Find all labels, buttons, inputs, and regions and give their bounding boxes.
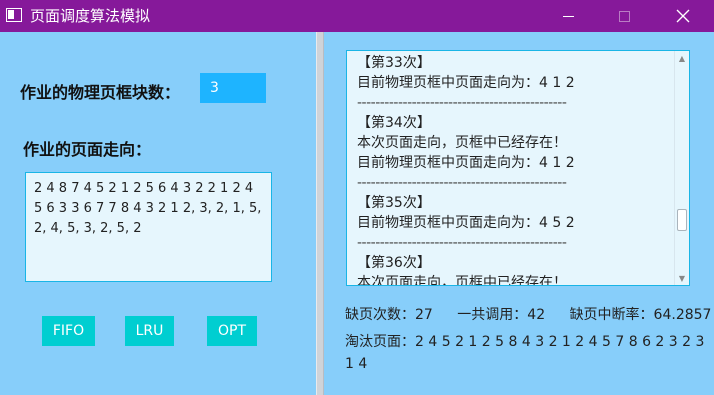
window-title: 页面调度算法模拟	[30, 7, 151, 25]
scroll-up-arrow-icon[interactable]: ▲	[675, 51, 689, 65]
log-line: 本次页面走向，页框中已经存在！	[357, 275, 567, 286]
app-icon	[6, 8, 22, 22]
log-line: 目前物理页框中页面走向为：4 1 2	[357, 155, 575, 171]
page-sequence-input[interactable]: 2 4 8 7 4 5 2 1 2 5 6 4 3 2 2 1 2 4 5 6 …	[25, 172, 272, 282]
lru-button[interactable]: LRU	[125, 316, 174, 346]
log-line: 本次页面走向，页框中已经存在！	[357, 135, 567, 151]
title-bar: 页面调度算法模拟	[0, 0, 714, 32]
fault-count: 缺页次数：27	[345, 307, 433, 323]
close-button[interactable]	[660, 0, 706, 32]
fault-stats: 缺页次数：27 一共调用：42 缺页中断率：64.2857	[345, 304, 711, 324]
log-line: 【第33次】	[357, 55, 431, 71]
opt-button[interactable]: OPT	[207, 316, 257, 346]
log-content: 【第33次】 目前物理页框中页面走向为：4 1 2 --------------…	[357, 53, 667, 286]
total-calls: 一共调用：42	[457, 307, 546, 323]
log-line: 【第35次】	[357, 195, 431, 211]
frame-count-input[interactable]	[200, 73, 266, 103]
close-icon	[676, 9, 690, 23]
output-panel: 【第33次】 目前物理页框中页面走向为：4 1 2 --------------…	[324, 32, 714, 395]
log-line: 目前物理页框中页面走向为：4 5 2	[357, 215, 575, 231]
log-separator: ----------------------------------------…	[357, 175, 567, 191]
maximize-icon	[618, 10, 630, 22]
page-sequence-label: 作业的页面走向：	[23, 140, 152, 159]
scroll-down-arrow-icon[interactable]: ▼	[675, 271, 689, 285]
fault-rate: 缺页中断率：64.2857	[569, 307, 712, 323]
log-line: 【第36次】	[357, 255, 431, 271]
minimize-button[interactable]	[545, 0, 591, 32]
maximize-button[interactable]	[601, 0, 647, 32]
frame-count-label: 作业的物理页框块数：	[20, 83, 181, 102]
log-separator: ----------------------------------------…	[357, 95, 567, 111]
scroll-thumb[interactable]	[677, 209, 687, 231]
log-line: 【第34次】	[357, 115, 431, 131]
log-output[interactable]: 【第33次】 目前物理页框中页面走向为：4 1 2 --------------…	[346, 50, 690, 286]
fifo-button[interactable]: FIFO	[42, 316, 95, 346]
log-line: 目前物理页框中页面走向为：4 1 2	[357, 75, 575, 91]
minimize-icon	[562, 15, 574, 17]
evicted-pages: 淘汰页面：2 4 5 2 1 2 5 8 4 3 2 1 2 4 5 7 8 6…	[345, 334, 705, 372]
input-panel: 作业的物理页框块数： 作业的页面走向： 2 4 8 7 4 5 2 1 2 5 …	[0, 32, 316, 395]
log-scrollbar[interactable]: ▲ ▼	[674, 51, 689, 285]
log-separator: ----------------------------------------…	[357, 235, 567, 251]
panel-splitter[interactable]	[316, 32, 324, 395]
